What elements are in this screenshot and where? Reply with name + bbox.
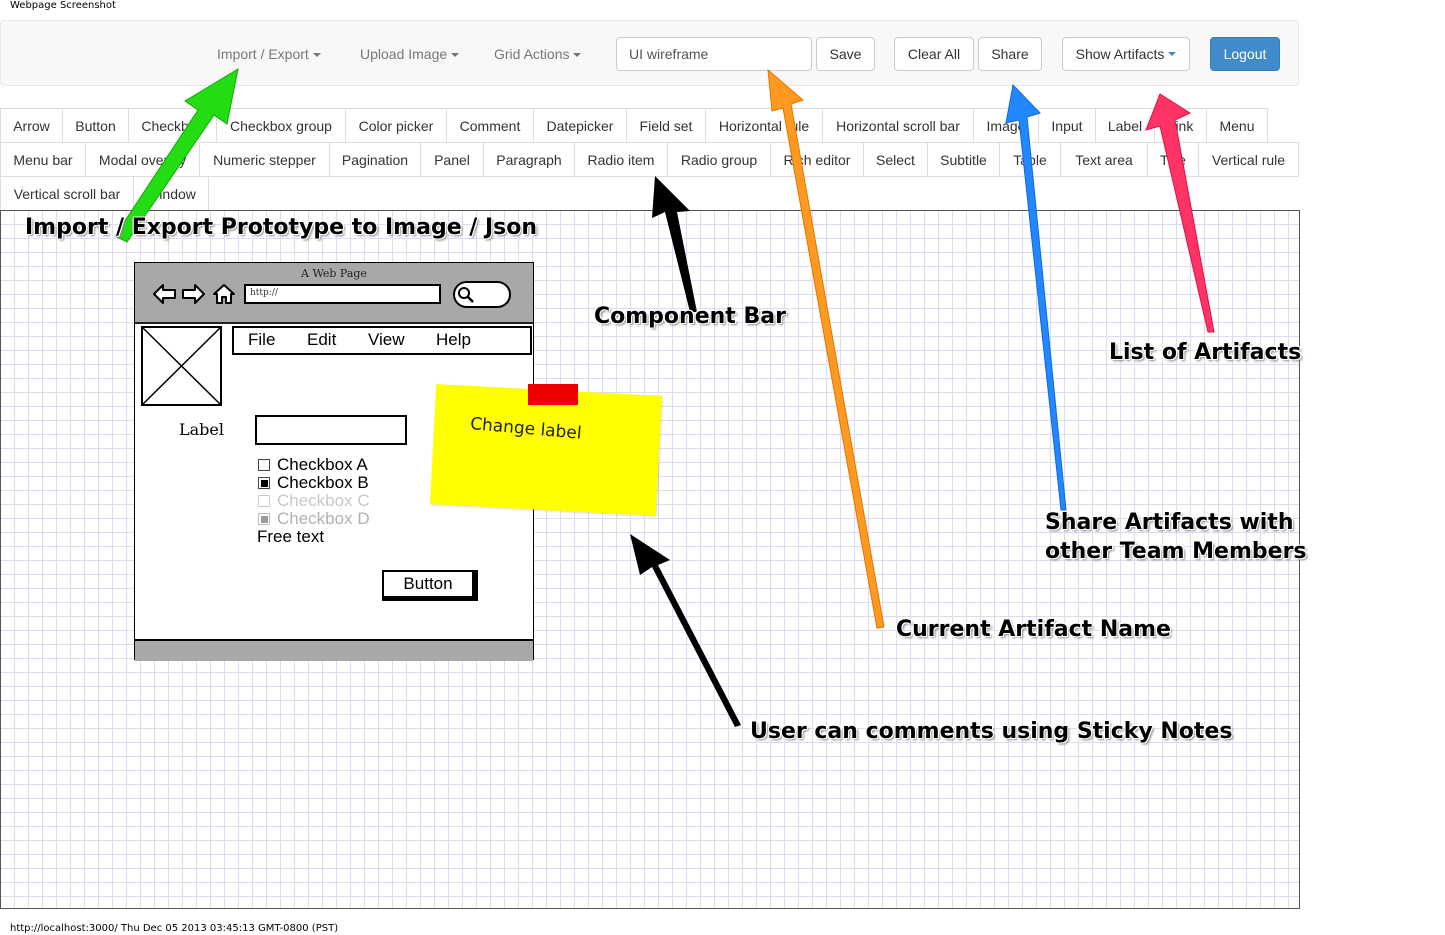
wireframe-checkbox-c: Checkbox C	[258, 491, 370, 510]
callout-share-line2: other Team Members	[1045, 539, 1307, 564]
component-vertical-scroll-bar[interactable]: Vertical scroll bar	[0, 176, 134, 211]
wireframe-menu-view: View	[368, 330, 405, 349]
wireframe-checkbox-a: Checkbox A	[258, 455, 370, 474]
component-panel[interactable]: Panel	[420, 142, 484, 177]
wireframe-button: Button	[382, 570, 474, 598]
component-comment[interactable]: Comment	[446, 108, 534, 143]
artifact-name-input[interactable]	[616, 37, 812, 71]
component-color-picker[interactable]: Color picker	[345, 108, 447, 143]
show-artifacts-dropdown[interactable]: Show Artifacts	[1062, 37, 1190, 71]
checkbox-b-label: Checkbox B	[277, 473, 369, 492]
callout-import-export: Import / Export Prototype to Image / Jso…	[25, 215, 538, 240]
component-paragraph[interactable]: Paragraph	[483, 142, 575, 177]
upload-image-label: Upload Image	[360, 46, 448, 62]
wireframe-menu-edit: Edit	[307, 330, 337, 349]
component-subtitle[interactable]: Subtitle	[927, 142, 1000, 177]
component-table[interactable]: Table	[999, 142, 1061, 177]
component-horizontal-rule[interactable]: Horizontal rule	[705, 108, 823, 143]
component-vertical-rule[interactable]: Vertical rule	[1198, 142, 1299, 177]
wireframe-text-input	[255, 415, 407, 445]
grid-actions-label: Grid Actions	[494, 46, 570, 62]
screenshot-header-title: Webpage Screenshot	[10, 0, 116, 11]
checkbox-d-label: Checkbox D	[277, 509, 370, 528]
callout-share-line1: Share Artifacts with	[1045, 510, 1294, 535]
back-arrow-icon	[153, 284, 176, 304]
grid-actions-dropdown[interactable]: Grid Actions	[494, 46, 582, 62]
wireframe-checkbox-group: Checkbox A Checkbox B Checkbox C Checkbo…	[258, 455, 370, 528]
wireframe-checkbox-b: Checkbox B	[258, 473, 370, 492]
callout-list-of-artifacts: List of Artifacts	[1109, 340, 1302, 365]
component-rich-editor[interactable]: Rich editor	[770, 142, 864, 177]
component-image[interactable]: Image	[973, 108, 1039, 143]
checkbox-checked-icon	[258, 477, 270, 489]
sticky-note-tape	[528, 384, 578, 405]
component-pagination[interactable]: Pagination	[329, 142, 421, 177]
wireframe-menu-bar: File Edit View Help	[232, 326, 532, 355]
checkbox-c-label: Checkbox C	[277, 491, 370, 510]
caret-down-icon	[1168, 52, 1177, 56]
sticky-note-text: Change label	[469, 414, 583, 444]
component-link[interactable]: Link	[1154, 108, 1207, 143]
callout-current-artifact-name: Current Artifact Name	[896, 617, 1171, 642]
checkbox-a-label: Checkbox A	[277, 455, 368, 474]
share-button[interactable]: Share	[978, 37, 1042, 71]
component-title[interactable]: Title	[1147, 142, 1199, 177]
import-export-dropdown[interactable]: Import / Export	[217, 46, 321, 62]
save-button[interactable]: Save	[816, 37, 875, 71]
wireframe-free-text: Free text	[257, 527, 325, 546]
wireframe-status-bar	[135, 639, 533, 661]
home-icon	[213, 284, 235, 304]
wireframe-label: Label	[179, 420, 224, 439]
browser-nav-icons	[153, 284, 235, 304]
caret-down-icon	[573, 53, 582, 58]
component-select[interactable]: Select	[863, 142, 928, 177]
callout-sticky-notes: User can comments using Sticky Notes	[750, 719, 1233, 744]
component-text-area[interactable]: Text area	[1060, 142, 1148, 177]
component-label[interactable]: Label	[1095, 108, 1155, 143]
checkbox-disabled-icon	[258, 495, 270, 507]
component-arrow[interactable]: Arrow	[0, 108, 63, 143]
forward-arrow-icon	[182, 284, 205, 304]
component-datepicker[interactable]: Datepicker	[533, 108, 627, 143]
wireframe-window-title: A Web Page	[301, 267, 367, 280]
component-menu[interactable]: Menu	[1206, 108, 1268, 143]
wireframe-menu-help: Help	[436, 330, 471, 349]
component-field-set[interactable]: Field set	[626, 108, 706, 143]
component-checkbox[interactable]: Checkbox	[128, 108, 217, 143]
component-button[interactable]: Button	[62, 108, 129, 143]
component-input[interactable]: Input	[1038, 108, 1096, 143]
component-checkbox-group[interactable]: Checkbox group	[216, 108, 346, 143]
wireframe-url-bar: http://	[244, 284, 441, 304]
caret-down-icon	[312, 53, 321, 58]
component-radio-group[interactable]: Radio group	[667, 142, 771, 177]
screenshot-footer-url: http://localhost:3000/ Thu Dec 05 2013 0…	[10, 923, 339, 934]
logout-button[interactable]: Logout	[1210, 37, 1280, 71]
import-export-label: Import / Export	[217, 46, 309, 62]
caret-down-icon	[451, 53, 460, 58]
checkbox-disabled-checked-icon	[258, 513, 270, 525]
component-radio-item[interactable]: Radio item	[574, 142, 668, 177]
wireframe-search-box	[453, 281, 511, 308]
show-artifacts-label: Show Artifacts	[1075, 46, 1165, 62]
clear-all-button[interactable]: Clear All	[894, 37, 974, 71]
callout-component-bar: Component Bar	[594, 304, 786, 329]
image-placeholder-icon	[141, 326, 222, 406]
wireframe-menu-file: File	[248, 330, 276, 349]
component-window[interactable]: Window	[133, 176, 209, 211]
upload-image-dropdown[interactable]: Upload Image	[360, 46, 460, 62]
checkbox-unchecked-icon	[258, 459, 270, 471]
component-numeric-stepper[interactable]: Numeric stepper	[199, 142, 330, 177]
component-horizontal-scroll-bar[interactable]: Horizontal scroll bar	[822, 108, 974, 143]
component-menu-bar[interactable]: Menu bar	[0, 142, 86, 177]
wireframe-checkbox-d: Checkbox D	[258, 509, 370, 528]
search-icon	[458, 287, 474, 303]
component-modal-overlay[interactable]: Modal overlay	[85, 142, 200, 177]
